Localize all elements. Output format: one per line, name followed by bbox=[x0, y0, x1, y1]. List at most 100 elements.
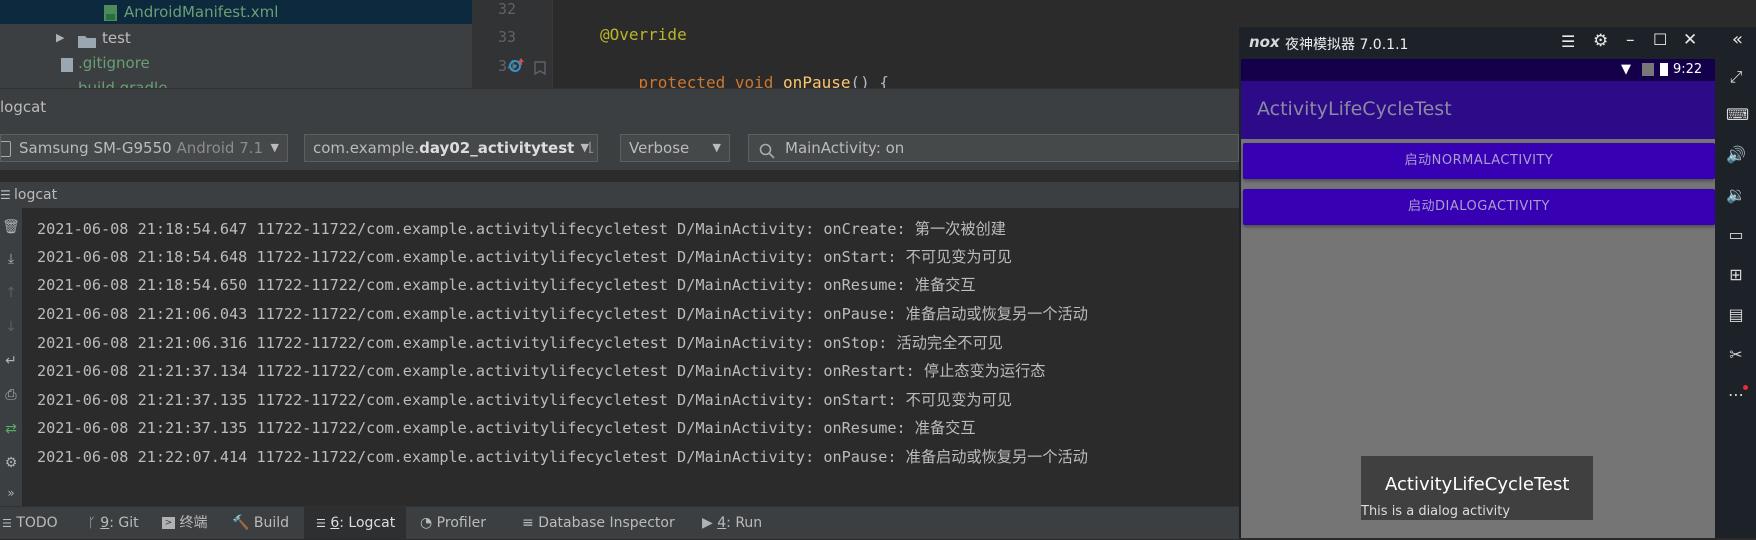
code-editor[interactable]: 32 33 34 @Override protected void onPaus… bbox=[472, 0, 1239, 88]
search-icon bbox=[759, 141, 775, 161]
tab-build[interactable]: 🔨 Build bbox=[232, 507, 289, 539]
close-icon[interactable]: ✕ bbox=[1683, 30, 1697, 50]
tree-item-gitignore[interactable]: .gitignore bbox=[0, 51, 472, 75]
xml-file-icon bbox=[102, 0, 120, 24]
device-name: Samsung SM-G9550 bbox=[19, 139, 172, 157]
tab-number: 9 bbox=[100, 515, 110, 531]
gear-icon[interactable]: ⚙ bbox=[1593, 31, 1608, 51]
minimize-icon[interactable]: – bbox=[1626, 30, 1635, 50]
tab-label: : Logcat bbox=[339, 515, 396, 531]
package-prefix: com.example. bbox=[313, 139, 420, 157]
volume-down-icon[interactable]: 🔉 bbox=[1726, 185, 1746, 205]
tab-git[interactable]: ᚴ 9: Git bbox=[88, 507, 139, 539]
dialog-message: This is a dialog activity bbox=[1361, 504, 1511, 519]
logcat-title: logcat bbox=[0, 98, 47, 116]
tree-item-test[interactable]: ▶ test bbox=[0, 26, 472, 50]
gauge-icon: ◔ bbox=[420, 515, 433, 531]
tree-item-label: test bbox=[102, 29, 131, 47]
restart-icon[interactable]: ⇄ bbox=[2, 420, 20, 438]
scroll-to-end-icon[interactable]: ⤓ bbox=[2, 250, 20, 268]
override-gutter-icon[interactable] bbox=[508, 56, 526, 78]
tab-label: logcat bbox=[14, 187, 58, 203]
tree-item-label: .gitignore bbox=[78, 54, 150, 72]
log-line: 2021-06-08 21:21:06.043 11722-11722/com.… bbox=[37, 305, 1088, 323]
tab-number: 4 bbox=[717, 515, 727, 531]
emulator-title-bar[interactable]: nox 夜神模拟器 7.0.1.1 ☰ ⚙ – ☐ ✕ « bbox=[1239, 27, 1756, 59]
start-dialog-activity-button[interactable]: 启动DIALOGACTIVITY bbox=[1243, 189, 1715, 225]
tab-label: : Run bbox=[726, 515, 763, 531]
terminal-icon: > bbox=[162, 517, 175, 529]
tab-database-inspector[interactable]: ≡ Database Inspector bbox=[522, 507, 675, 539]
screen-icon[interactable]: ▭ bbox=[1726, 225, 1746, 245]
device-version: Android 7.1 bbox=[176, 139, 264, 157]
logcat-toolbar: Samsung SM-G9550 Android 7.1 ▼ com.examp… bbox=[0, 128, 1239, 170]
device-selector[interactable]: Samsung SM-G9550 Android 7.1 ▼ bbox=[0, 134, 288, 162]
start-normal-activity-button[interactable]: 启动NORMALACTIVITY bbox=[1243, 143, 1715, 179]
scissors-icon[interactable]: ✂ bbox=[1726, 345, 1746, 365]
emulator-title: 夜神模拟器 7.0.1.1 bbox=[1285, 37, 1409, 53]
dialog-activity[interactable]: ActivityLifeCycleTest This is a dialog a… bbox=[1361, 456, 1593, 520]
trash-icon[interactable]: 🗑 bbox=[2, 218, 20, 236]
soft-wrap-icon[interactable]: ↵ bbox=[2, 352, 20, 370]
keyboard-icon[interactable]: ⌨ bbox=[1726, 105, 1749, 125]
multi-instance-icon[interactable]: ▤ bbox=[1726, 305, 1746, 325]
chevron-right-icon[interactable]: ▶ bbox=[56, 26, 64, 50]
project-tree: AndroidManifest.xml ▶ test .gitignore bu… bbox=[0, 0, 472, 88]
logcat-output[interactable]: 2021-06-08 21:18:54.647 11722-11722/com.… bbox=[22, 208, 1239, 506]
nox-logo: nox bbox=[1249, 33, 1280, 51]
log-line: 2021-06-08 21:22:07.414 11722-11722/com.… bbox=[37, 448, 1088, 466]
search-value: MainActivity: on bbox=[785, 139, 905, 157]
menu-icon[interactable]: ☰ bbox=[1561, 32, 1575, 51]
apk-install-icon[interactable]: ⊞ bbox=[1726, 265, 1746, 285]
wifi-icon: ▼ bbox=[1621, 62, 1631, 77]
collapse-sidebar-icon[interactable]: « bbox=[1732, 29, 1743, 50]
chevron-down-icon: ▼ bbox=[270, 141, 279, 154]
code-annotation: @Override bbox=[600, 25, 687, 44]
fullscreen-icon[interactable]: ⤢ bbox=[1726, 67, 1746, 87]
logcat-side-toolbar: 🗑 ⤓ ↑ ↓ ↵ ⎙ ⇄ ⚙ » bbox=[0, 208, 22, 506]
hammer-icon: 🔨 bbox=[232, 515, 250, 531]
tab-profiler[interactable]: ◔ Profiler bbox=[420, 507, 486, 539]
no-sim-icon bbox=[1642, 63, 1654, 76]
tab-number: 6 bbox=[330, 515, 340, 531]
log-line: 2021-06-08 21:21:37.135 11722-11722/com.… bbox=[37, 419, 976, 437]
tab-logcat-bottom[interactable]: ☰ 6: Logcat bbox=[304, 507, 406, 539]
log-line: 2021-06-08 21:21:06.316 11722-11722/com.… bbox=[37, 334, 1003, 352]
tree-item-label: AndroidManifest.xml bbox=[124, 3, 279, 21]
device-icon bbox=[1, 140, 11, 157]
list-icon: ☰ bbox=[0, 188, 11, 202]
tab-run[interactable]: ▶ 4: Run bbox=[702, 507, 762, 539]
package-selector[interactable]: com.example.day02_activitytest (1 ▼ bbox=[304, 134, 598, 162]
maximize-icon[interactable]: ☐ bbox=[1653, 30, 1667, 49]
tree-item-build-gradle[interactable]: build.gradle bbox=[0, 76, 472, 88]
print-icon[interactable]: ⎙ bbox=[2, 386, 20, 404]
tab-label: 终端 bbox=[179, 515, 208, 531]
app-title: ActivityLifeCycleTest bbox=[1257, 98, 1452, 120]
git-branch-icon: ᚴ bbox=[88, 516, 96, 531]
method-name: onPause bbox=[783, 73, 851, 88]
log-line: 2021-06-08 21:18:54.647 11722-11722/com.… bbox=[37, 220, 1006, 238]
tab-logcat[interactable]: ☰ logcat bbox=[0, 182, 57, 208]
bookmark-icon[interactable] bbox=[534, 60, 546, 79]
tab-todo[interactable]: ☰ TODO bbox=[2, 507, 58, 539]
tree-item-android-manifest[interactable]: AndroidManifest.xml bbox=[0, 0, 472, 24]
log-line: 2021-06-08 21:18:54.650 11722-11722/com.… bbox=[37, 276, 976, 294]
logcat-search-input[interactable]: MainActivity: on bbox=[748, 134, 1239, 162]
log-line: 2021-06-08 21:21:37.135 11722-11722/com.… bbox=[37, 391, 1012, 409]
tab-label: TODO bbox=[16, 515, 58, 531]
arrow-up-icon[interactable]: ↑ bbox=[2, 284, 20, 302]
battery-icon bbox=[1660, 63, 1668, 76]
gear-icon[interactable]: ⚙ bbox=[2, 454, 20, 472]
more-icon[interactable]: » bbox=[2, 484, 20, 502]
editor-gutter: 32 33 34 bbox=[472, 0, 553, 88]
emulator-screen[interactable]: ▼ 9:22 ActivityLifeCycleTest 启动NORMALACT… bbox=[1239, 59, 1715, 538]
volume-up-icon[interactable]: 🔊 bbox=[1726, 145, 1746, 165]
arrow-down-icon[interactable]: ↓ bbox=[2, 318, 20, 336]
log-level-selector[interactable]: Verbose ▼ bbox=[620, 134, 730, 162]
tab-label: Build bbox=[253, 515, 290, 531]
app-bar: ActivityLifeCycleTest bbox=[1241, 81, 1715, 139]
keyword: void bbox=[734, 73, 774, 88]
tab-terminal[interactable]: > 终端 bbox=[162, 507, 207, 539]
chevron-down-icon: ▼ bbox=[574, 135, 589, 161]
line-number: 33 bbox=[497, 28, 516, 46]
